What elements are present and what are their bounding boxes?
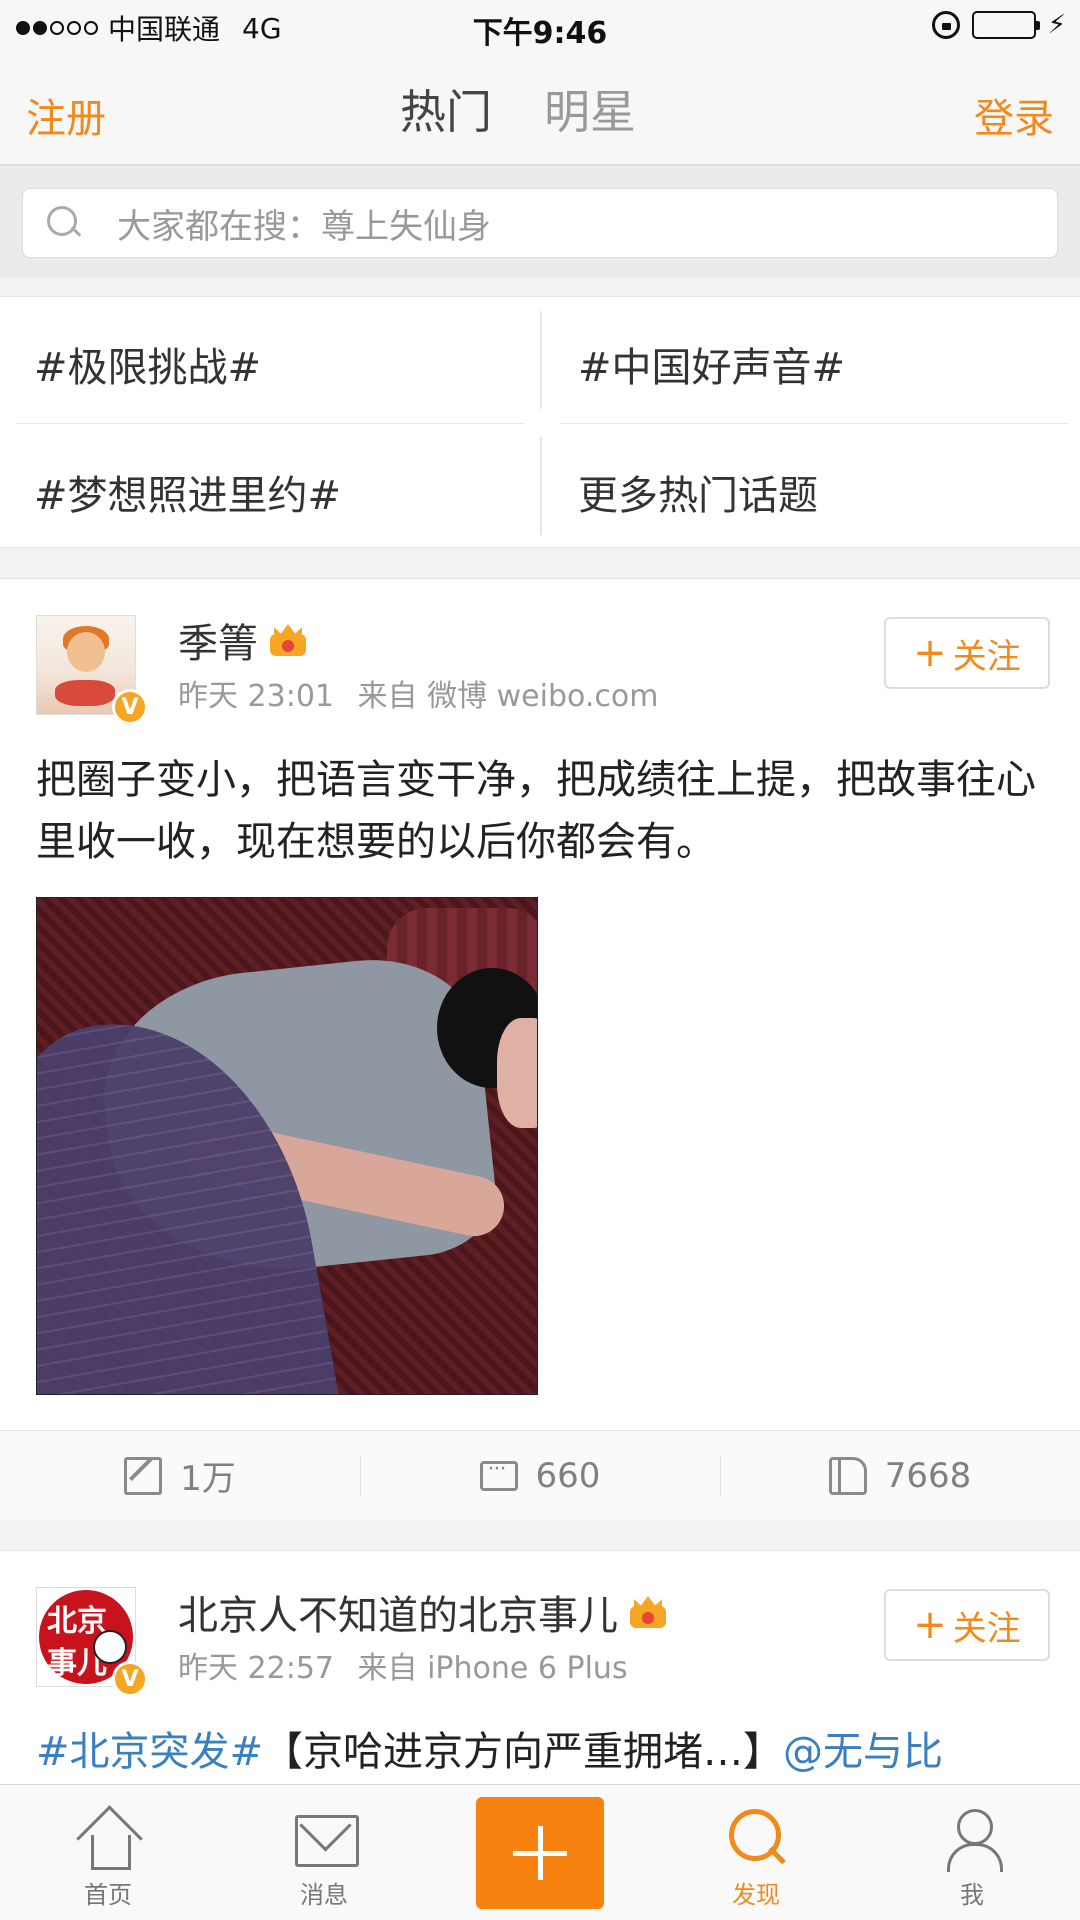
- tab-label: 首页: [84, 1881, 132, 1909]
- search-icon: [725, 1807, 787, 1869]
- tab-label: 发现: [732, 1881, 780, 1909]
- nav-header: 注册 热门 明星 登录: [0, 52, 1080, 172]
- status-time: 下午9:46: [472, 16, 608, 51]
- post-photo[interactable]: [36, 897, 538, 1395]
- follow-label: 关注: [952, 1608, 1021, 1649]
- header-tabs: 热门 明星: [378, 76, 636, 172]
- mail-icon: [293, 1807, 359, 1869]
- post-card: V 季箐 昨天 23:01 来自 微博 weibo.com + 关注 把圈子变小…: [0, 578, 1080, 1520]
- avatar[interactable]: 北京 事儿 V: [36, 1587, 148, 1697]
- comment-icon: [479, 1457, 518, 1491]
- comment-count: 660: [535, 1455, 601, 1496]
- follow-label: 关注: [952, 636, 1021, 677]
- tab-me[interactable]: 我: [864, 1785, 1080, 1920]
- rotation-lock-icon: [931, 11, 960, 39]
- tab-hot[interactable]: 热门: [378, 76, 514, 172]
- verified-badge-icon: V: [112, 689, 148, 725]
- like-count: 7668: [884, 1455, 972, 1496]
- home-icon: [77, 1807, 139, 1870]
- mention-link[interactable]: @无与比: [783, 1729, 943, 1775]
- repost-button[interactable]: 1万: [0, 1431, 360, 1520]
- post-text-body: 【京哈进京方向严重拥堵…】: [263, 1729, 784, 1775]
- plus-icon: +: [913, 630, 947, 676]
- hashtag-link[interactable]: #北京突发#: [36, 1729, 263, 1775]
- username-text: 北京人不知道的北京事儿: [178, 1593, 618, 1639]
- post-username[interactable]: 北京人不知道的北京事儿: [178, 1583, 668, 1641]
- login-link[interactable]: 登录: [974, 86, 1054, 144]
- plus-icon: [513, 1826, 567, 1880]
- hot-topics-grid: #极限挑战# #中国好声音# #梦想照进里约# 更多热门话题: [0, 296, 1080, 548]
- follow-button[interactable]: + 关注: [884, 1589, 1050, 1661]
- more-topics-link[interactable]: 更多热门话题: [578, 463, 818, 521]
- post-actions: 1万 660 7668: [0, 1430, 1080, 1520]
- divider: [16, 423, 524, 424]
- battery-icon: [971, 11, 1040, 39]
- post-username[interactable]: 季箐: [178, 611, 308, 669]
- post-meta: 昨天 23:01 来自 微博 weibo.com: [178, 671, 658, 715]
- search-icon: [45, 204, 83, 242]
- status-right: ⚡: [931, 10, 1066, 40]
- thumbs-up-icon: [828, 1456, 867, 1495]
- register-link[interactable]: 注册: [26, 86, 106, 144]
- topic-item[interactable]: #极限挑战#: [34, 335, 261, 393]
- divider: [560, 423, 1068, 424]
- repost-icon: [124, 1456, 163, 1495]
- post-meta: 昨天 22:57 来自 iPhone 6 Plus: [178, 1643, 628, 1687]
- vip-crown-icon: [628, 1594, 668, 1630]
- person-icon: [941, 1807, 1003, 1872]
- tab-stars[interactable]: 明星: [544, 76, 636, 172]
- bottom-tab-bar: 首页 消息 发现 我: [0, 1784, 1080, 1920]
- divider: [540, 437, 542, 535]
- verified-badge-icon: V: [112, 1661, 148, 1697]
- tab-messages[interactable]: 消息: [216, 1785, 432, 1920]
- post-text: #北京突发#【京哈进京方向严重拥堵…】@无与比: [36, 1721, 1046, 1783]
- tab-label: 我: [960, 1881, 984, 1909]
- post-text: 把圈子变小，把语言变干净，把成绩往上提，把故事往心里收一收，现在想要的以后你都会…: [36, 757, 1036, 865]
- search-placeholder: 大家都在搜：尊上失仙身: [117, 206, 491, 247]
- topic-item[interactable]: #梦想照进里约#: [34, 463, 341, 521]
- plus-icon: +: [913, 1602, 947, 1648]
- post-source: 来自 微博 weibo.com: [357, 679, 659, 714]
- avatar[interactable]: V: [36, 615, 148, 725]
- repost-count: 1万: [180, 1459, 236, 1499]
- tab-label: 消息: [300, 1881, 348, 1909]
- topic-item[interactable]: #中国好声音#: [578, 335, 845, 393]
- weibo-discover-screen: 中国联通 4G 下午9:46 ⚡ 注册 热门 明星 登录 大家都在搜：尊上失仙身…: [0, 0, 1080, 1920]
- post-time: 昨天 23:01: [178, 679, 334, 714]
- search-input[interactable]: 大家都在搜：尊上失仙身: [22, 188, 1058, 258]
- follow-button[interactable]: + 关注: [884, 617, 1050, 689]
- compose-tab: [432, 1785, 648, 1920]
- divider: [540, 311, 542, 409]
- post-time: 昨天 22:57: [178, 1651, 334, 1686]
- compose-button[interactable]: [476, 1797, 604, 1909]
- charging-icon: ⚡: [1047, 10, 1066, 40]
- comment-button[interactable]: 660: [360, 1431, 720, 1520]
- tab-discover[interactable]: 发现: [648, 1785, 864, 1920]
- vip-crown-icon: [268, 622, 308, 658]
- post-source: 来自 iPhone 6 Plus: [357, 1651, 628, 1686]
- post-card: 北京 事儿 V 北京人不知道的北京事儿 昨天 22:57 来自 iPhone 6…: [0, 1550, 1080, 1790]
- status-bar: 中国联通 4G 下午9:46 ⚡: [0, 0, 1080, 52]
- tab-home[interactable]: 首页: [0, 1785, 216, 1920]
- username-text: 季箐: [178, 621, 258, 667]
- search-area: 大家都在搜：尊上失仙身: [0, 166, 1080, 278]
- like-button[interactable]: 7668: [720, 1431, 1080, 1520]
